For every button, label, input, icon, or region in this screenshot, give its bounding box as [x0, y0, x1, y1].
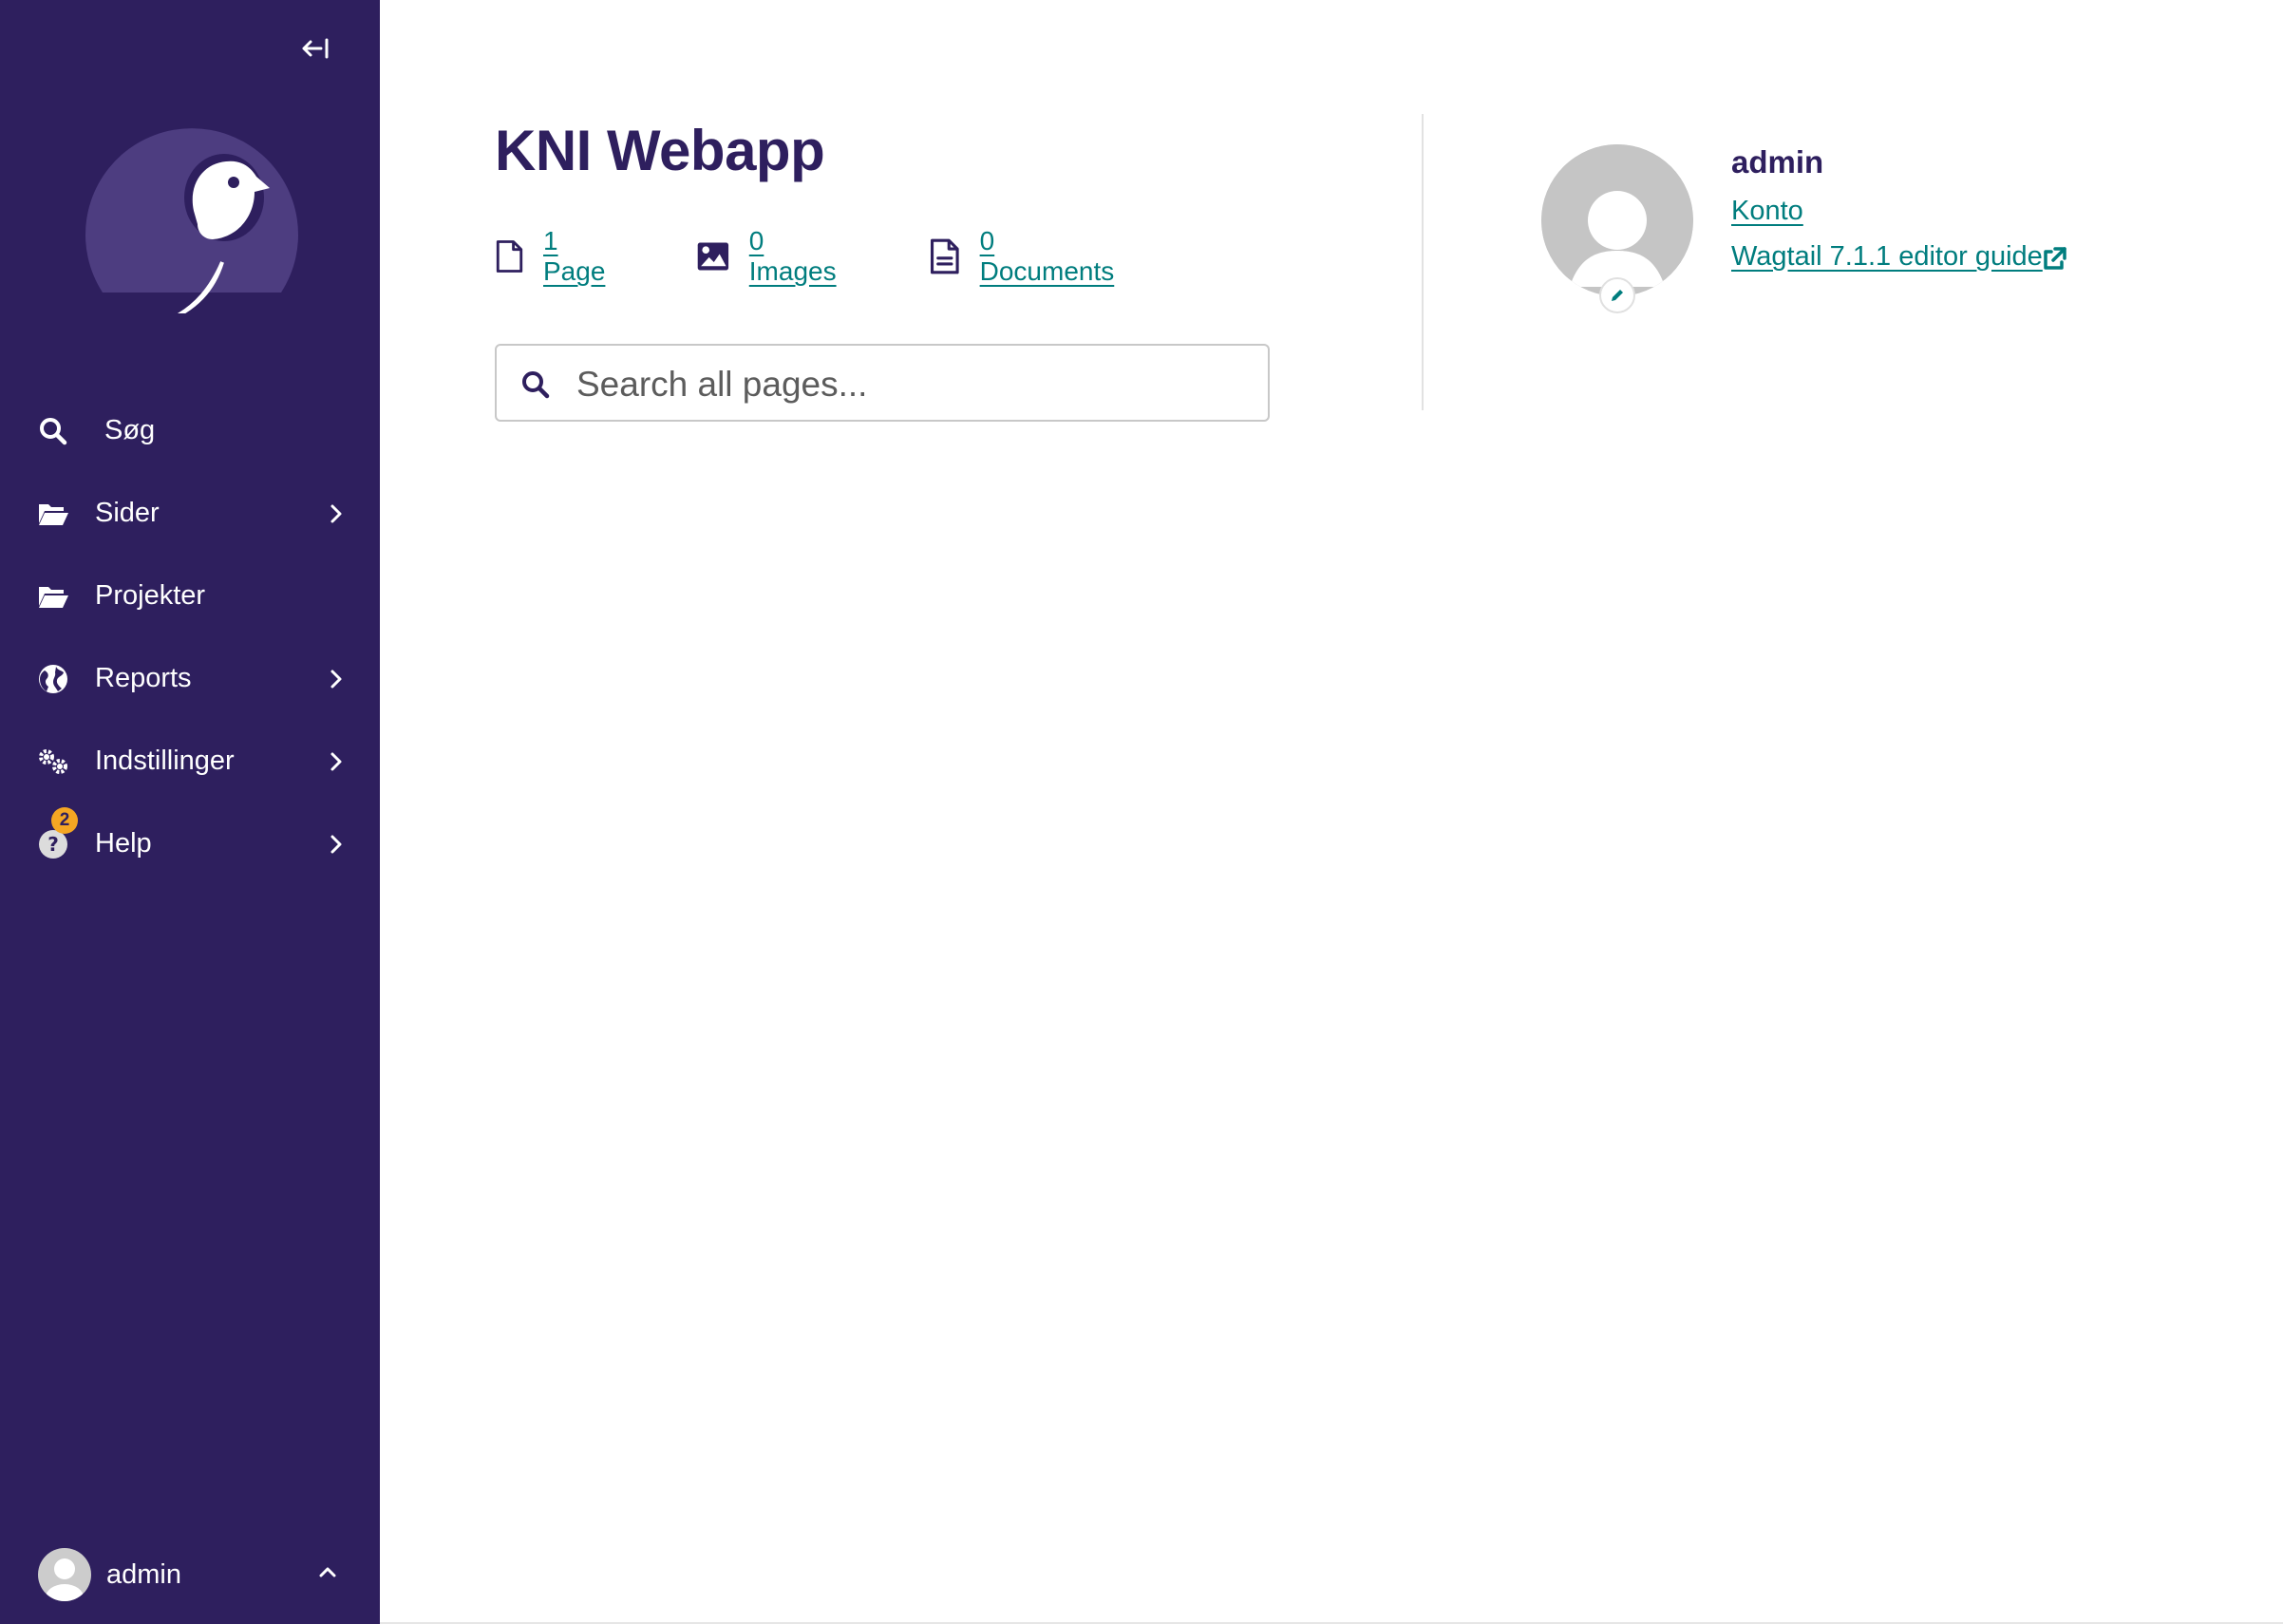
doc-full-icon: [930, 238, 959, 274]
collapse-sidebar-button[interactable]: [298, 32, 334, 65]
pages-count-link[interactable]: 1 Page: [543, 226, 612, 287]
sidebar-item-search[interactable]: Søg: [0, 389, 380, 472]
search-input[interactable]: [575, 359, 1243, 410]
image-icon: [697, 242, 729, 271]
sidebar-item-label: Reports: [95, 663, 192, 693]
dashboard-main: KNI Webapp 1 Page 0 Images 0 Documents a…: [380, 0, 2283, 1624]
search-icon: [36, 414, 70, 448]
sidebar-item-label: Help: [95, 828, 152, 859]
stat-pages: 1 Page: [495, 226, 612, 286]
sidebar: Søg Sider Projekter Reports Indstillinge…: [0, 0, 380, 1624]
pencil-icon: [1612, 290, 1623, 301]
account-link[interactable]: Konto: [1731, 196, 1803, 227]
svg-text:?: ?: [47, 833, 59, 856]
search-box: [495, 344, 1270, 422]
external-link-icon: [2044, 247, 2066, 270]
sidebar-item-reports[interactable]: Reports: [0, 637, 380, 720]
globe-icon: [36, 662, 70, 696]
editor-guide-link-label: Wagtail 7.1.1 editor guide: [1731, 241, 2043, 272]
folder-open-icon: [36, 497, 70, 531]
profile-username: admin: [1731, 144, 1824, 179]
account-menu-toggle[interactable]: admin: [0, 1546, 380, 1603]
sidebar-username: admin: [106, 1559, 181, 1590]
divider: [1422, 114, 1424, 410]
wagtail-bird-icon: [85, 128, 299, 319]
chevron-right-icon: [330, 752, 342, 770]
chevron-right-icon: [330, 670, 342, 688]
folder-open-icon: [36, 579, 70, 614]
wagtail-logo[interactable]: [80, 93, 300, 319]
page-title: KNI Webapp: [495, 119, 825, 182]
avatar: [38, 1548, 91, 1601]
sidebar-item-label: Sider: [95, 498, 160, 528]
documents-count-link[interactable]: 0 Documents: [980, 226, 1119, 287]
chevron-up-icon: [319, 1567, 336, 1577]
sidebar-item-pages[interactable]: Sider: [0, 472, 380, 555]
cogs-icon: [36, 745, 70, 779]
search-icon: [522, 371, 550, 399]
images-count-link[interactable]: 0 Images: [749, 226, 842, 287]
sidebar-item-label: Projekter: [95, 580, 206, 611]
sidebar-item-label: Indstillinger: [95, 746, 235, 776]
avatar: [1541, 144, 1693, 296]
chevron-right-icon: [330, 504, 342, 522]
help-notification-badge: 2: [51, 807, 78, 834]
collapse-left-icon: [302, 38, 329, 59]
sidebar-item-label: Søg: [104, 415, 156, 445]
edit-avatar-button[interactable]: [1599, 277, 1635, 313]
stat-images: 0 Images: [696, 226, 842, 286]
sidebar-item-settings[interactable]: Indstillinger: [0, 720, 380, 803]
chevron-right-icon: [330, 835, 342, 853]
sidebar-item-projects[interactable]: Projekter: [0, 555, 380, 637]
editor-guide-link[interactable]: Wagtail 7.1.1 editor guide: [1731, 241, 2043, 273]
doc-empty-icon: [496, 240, 523, 273]
stat-documents: 0 Documents: [929, 226, 1119, 286]
